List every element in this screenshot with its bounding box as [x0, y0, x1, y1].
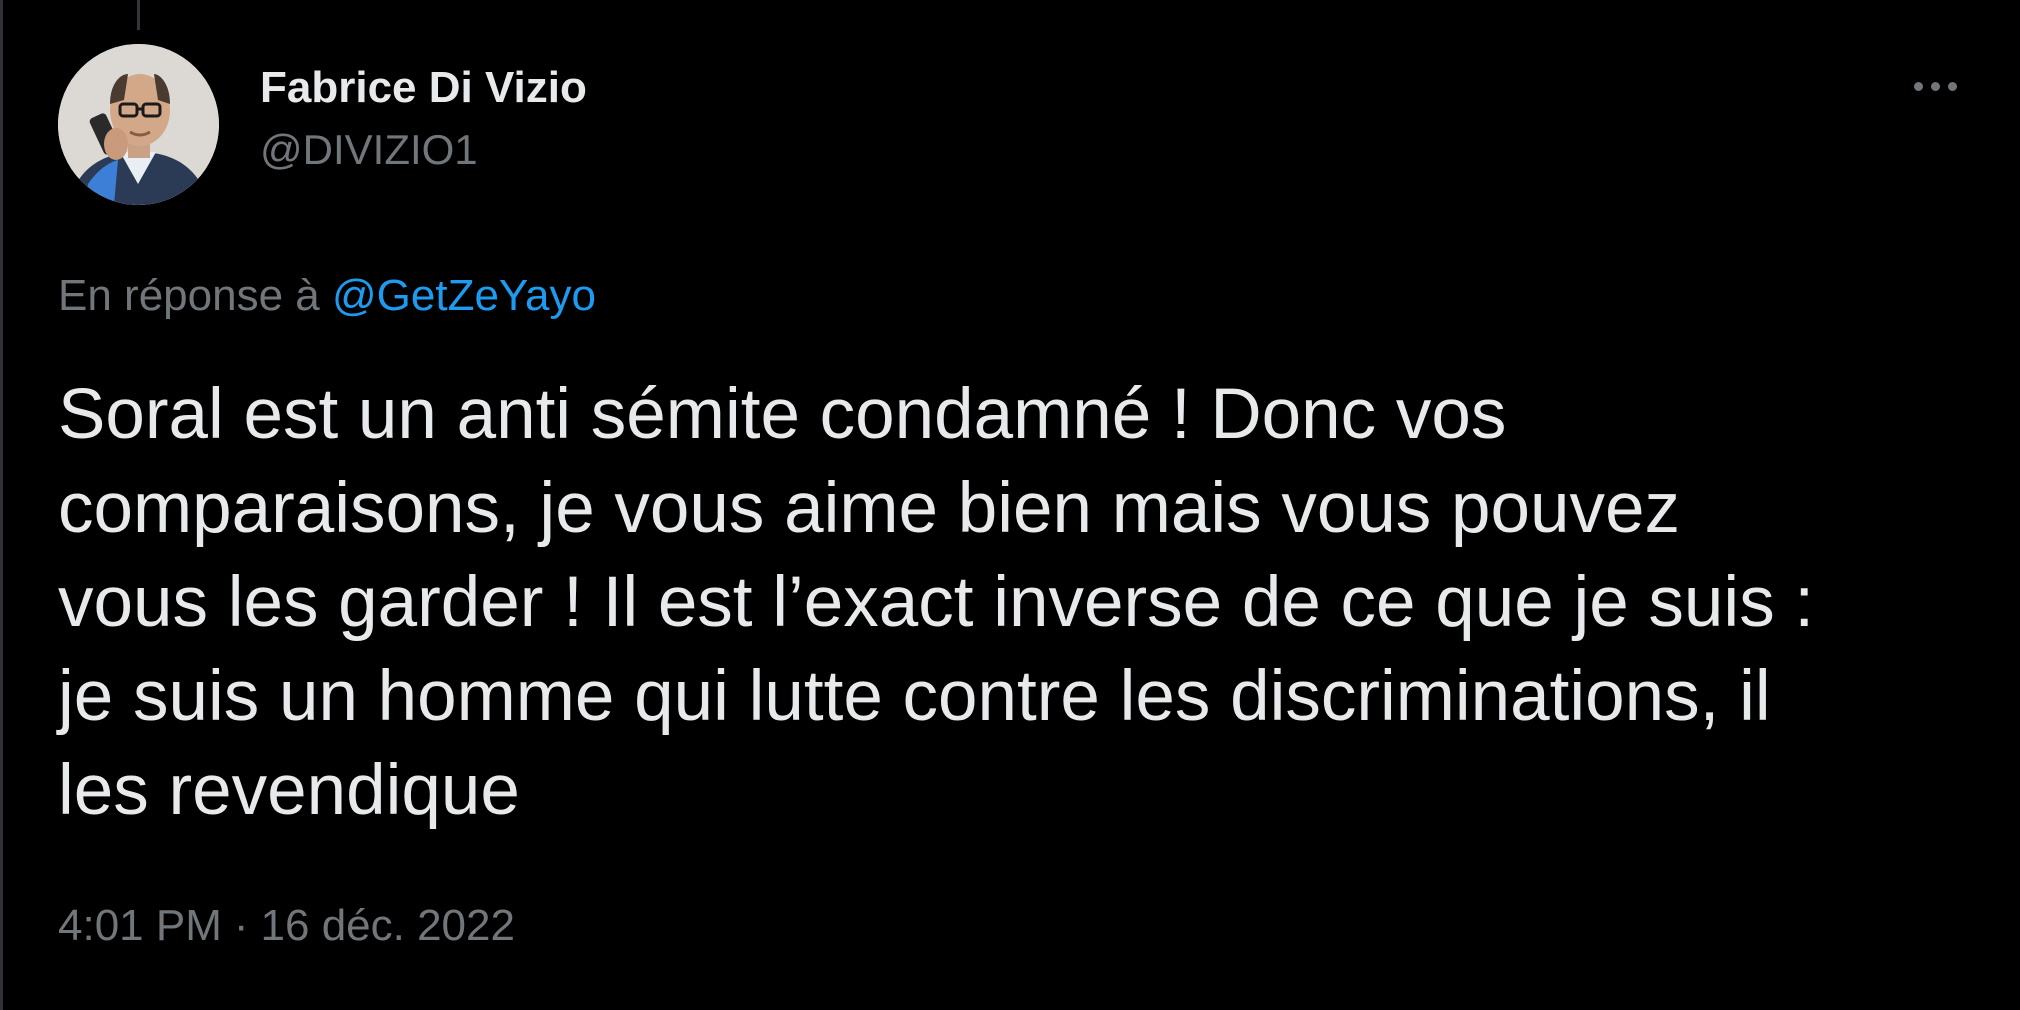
- reply-prefix: En réponse à: [58, 271, 320, 320]
- tweet-timestamp[interactable]: 4:01 PM · 16 déc. 2022: [58, 896, 515, 956]
- card-border: [0, 0, 3, 1010]
- more-horizontal-icon-dot: [1947, 81, 1957, 91]
- tweet-text: Soral est un anti sémite condamné ! Donc…: [58, 368, 1978, 838]
- tweet-text-line: les revendique: [58, 751, 520, 830]
- author-block: Fabrice Di Vizio @DIVIZIO1: [260, 60, 587, 180]
- more-horizontal-icon-dot: [1930, 81, 1940, 91]
- profile-photo-icon: [58, 44, 219, 205]
- tweet-text-line: je suis un homme qui lutte contre les di…: [58, 657, 1771, 736]
- meta-separator: ·: [233, 901, 249, 950]
- author-handle[interactable]: @DIVIZIO1: [260, 120, 587, 180]
- thread-connector-line: [137, 0, 140, 30]
- tweet-time: 4:01 PM: [58, 901, 222, 950]
- tweet-card: Fabrice Di Vizio @DIVIZIO1 En réponse à …: [0, 0, 2020, 1010]
- more-options-button[interactable]: [1900, 66, 1970, 106]
- tweet-date: 16 déc. 2022: [260, 901, 515, 950]
- more-horizontal-icon: [1913, 81, 1923, 91]
- tweet-text-line: comparaisons, je vous aime bien mais vou…: [58, 469, 1680, 548]
- author-display-name[interactable]: Fabrice Di Vizio: [260, 60, 587, 116]
- tweet-text-line: vous les garder ! Il est l’exact inverse…: [58, 563, 1815, 642]
- avatar[interactable]: [58, 44, 219, 205]
- tweet-text-line: Soral est un anti sémite condamné ! Donc…: [58, 375, 1507, 454]
- reply-mention-link[interactable]: @GetZeYayo: [332, 271, 596, 320]
- reply-context: En réponse à @GetZeYayo: [58, 266, 596, 326]
